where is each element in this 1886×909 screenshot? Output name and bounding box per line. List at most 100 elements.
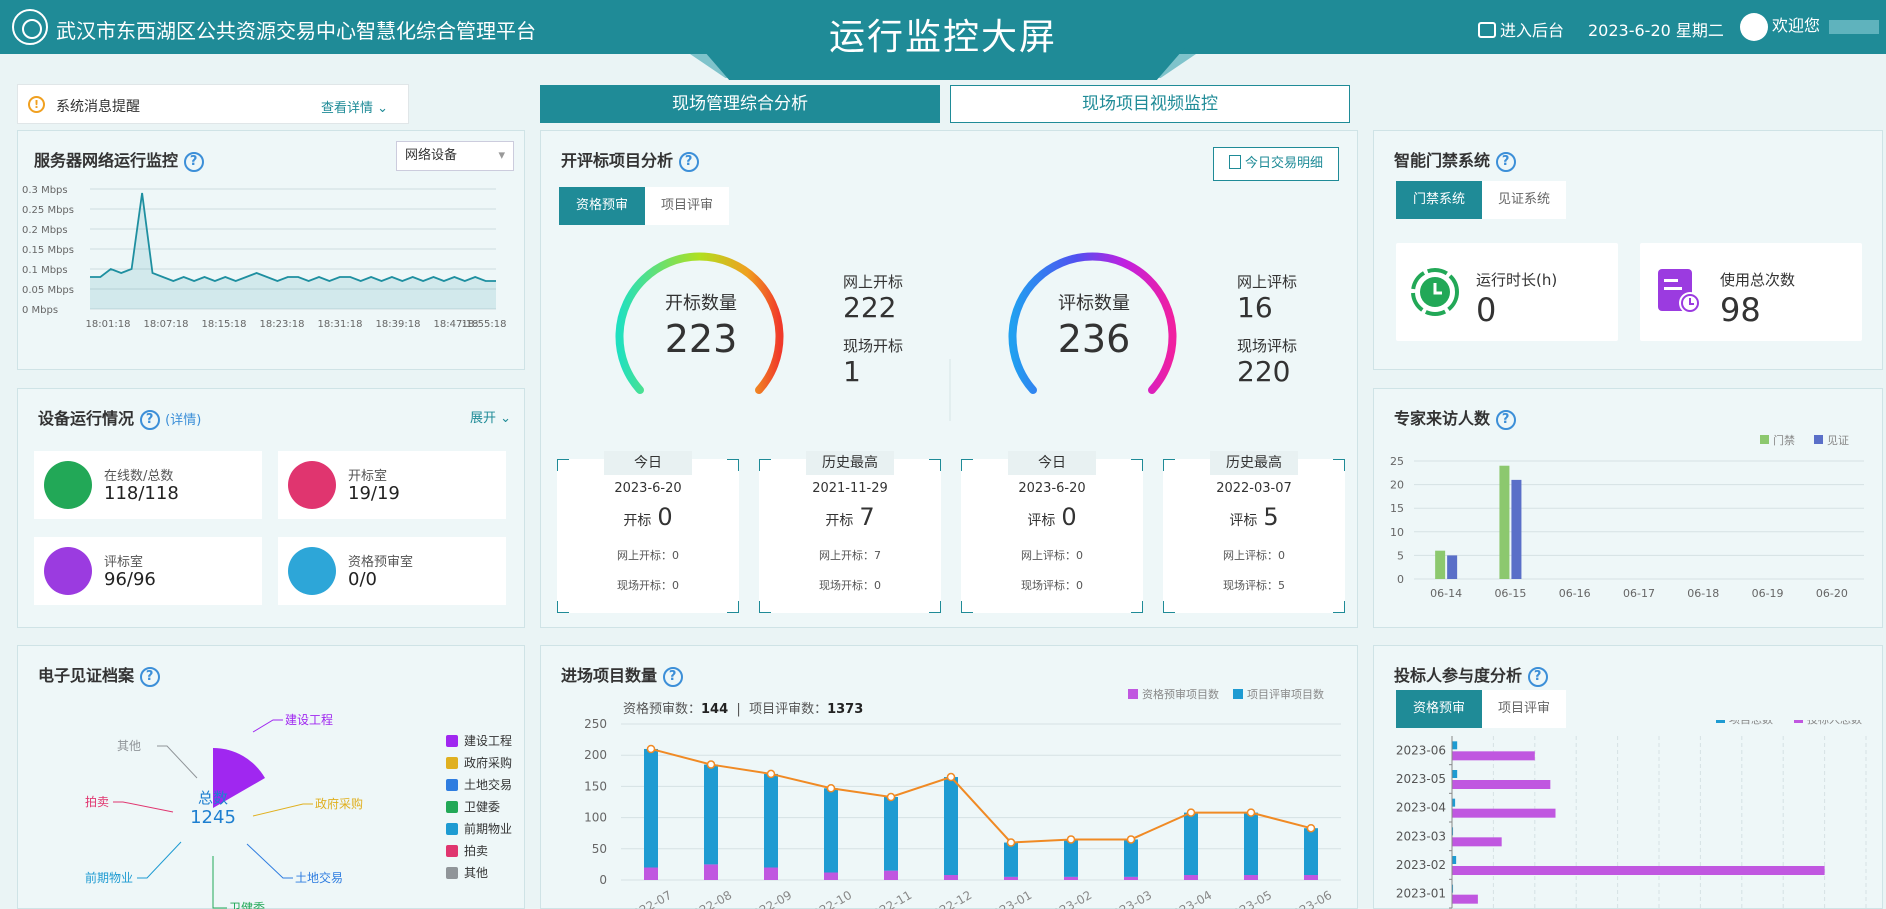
- open-online-value: 222: [843, 291, 897, 324]
- corner-mark: [929, 459, 941, 471]
- device-card-value: 19/19: [348, 483, 400, 504]
- y-tick-label: 150: [584, 779, 607, 793]
- x-tick-label: 2022-07: [624, 888, 674, 909]
- device-icon: [44, 461, 92, 509]
- tab-qualification[interactable]: 资格预审: [559, 187, 645, 225]
- calendar-clock-icon: [1658, 269, 1701, 314]
- y-tick-label: 0.2 Mbps: [22, 225, 68, 236]
- bidders-panel: 投标人参与度分析 ? 资格预审 项目评审 2023-06 2023-05 2023-…: [1373, 645, 1883, 909]
- legend-label: 政府采购: [464, 756, 513, 770]
- device-type-select[interactable]: 网络设备 ▾: [396, 141, 514, 171]
- stat-box-head: 今日: [604, 451, 692, 475]
- stat-sub-value: 5: [1278, 579, 1285, 592]
- x-tick-label: 18:07:18: [144, 319, 189, 330]
- help-icon[interactable]: ?: [1495, 151, 1516, 172]
- stat-sub-row: 现场开标：0: [759, 577, 941, 593]
- x-tick-label: 2023-04: [1164, 888, 1214, 909]
- open-count-value: 223: [664, 317, 738, 361]
- corner-mark: [961, 459, 973, 471]
- device-card-label: 开标室: [348, 469, 388, 484]
- stat-box-date: 2022-03-07: [1216, 481, 1292, 496]
- user-menu[interactable]: 欢迎您: [1740, 12, 1880, 41]
- bar: [824, 872, 838, 880]
- legend-label: 资格预审项目数: [1142, 687, 1219, 701]
- tab-witness-system[interactable]: 见证系统: [1482, 181, 1566, 219]
- bid-title-text: 开评标项目分析: [561, 151, 674, 170]
- device-card-label: 在线数/总数: [104, 469, 174, 484]
- y-tick-label: 0 Mbps: [22, 305, 58, 316]
- stat-box: 今日 2023-6-20 评标 0 网上评标：0 现场评标：0: [961, 451, 1143, 613]
- today-detail-button[interactable]: 今日交易明细: [1213, 147, 1339, 181]
- bar: [1004, 876, 1018, 880]
- legend-swatch: [1794, 720, 1803, 723]
- rose-label-line: [252, 803, 313, 817]
- x-tick-label: 18:39:18: [376, 319, 421, 330]
- corner-mark: [1163, 459, 1175, 471]
- help-icon[interactable]: ?: [678, 151, 699, 172]
- evidence-total-value: 1245: [190, 807, 236, 828]
- expand-link[interactable]: 展开 ⌄: [470, 407, 511, 426]
- legend-swatch: [446, 845, 458, 857]
- caret-down-icon: ▾: [498, 148, 505, 163]
- notice-detail-link[interactable]: 查看详情 ⌄: [321, 97, 388, 116]
- legend-label: 门禁: [1773, 433, 1795, 447]
- device-icon: [44, 547, 92, 595]
- stat-sub-label: 现场评标：: [1021, 579, 1076, 592]
- x-tick-label: 18:55:18: [462, 319, 507, 330]
- bar: [1304, 828, 1318, 876]
- bar: [884, 797, 898, 871]
- legend-label: 项目总数: [1729, 720, 1773, 726]
- stat-count: 5: [1263, 503, 1279, 531]
- stat-sub-label: 现场评标：: [1223, 579, 1278, 592]
- corner-mark: [727, 459, 739, 471]
- stat-sub-row: 网上开标：0: [557, 547, 739, 563]
- total-line: [650, 747, 1312, 844]
- bid-panel: 开评标项目分析 ? 今日交易明细 资格预审 项目评审 开标数量 223 网上开标…: [540, 130, 1358, 628]
- enter-backend-label: 进入后台: [1500, 21, 1565, 40]
- platform-name: 武汉市东西湖区公共资源交易中心智慧化综合管理平台: [56, 19, 536, 43]
- y-tick-label: 2023-01: [1396, 887, 1446, 901]
- device-card: 资格预审室 0/0: [278, 537, 506, 605]
- stat-sub-row: 现场评标：5: [1163, 577, 1345, 593]
- corner-mark: [929, 601, 941, 613]
- bar: [1447, 555, 1458, 579]
- tab-site-analysis[interactable]: 现场管理综合分析: [540, 85, 940, 123]
- device-detail-link[interactable]: (详情): [165, 413, 201, 428]
- device-type-value: 网络设备: [405, 148, 458, 163]
- experts-chart: 0 5 10 15 20 25 06-14 06-15 06-16 06-17 06-18 06-19…: [1390, 433, 1864, 600]
- enter-backend-button[interactable]: 进入后台: [1478, 17, 1564, 41]
- line-area: [90, 193, 496, 309]
- total-point: [766, 769, 776, 779]
- tab-video-monitor[interactable]: 现场项目视频监控: [950, 85, 1350, 123]
- total-point: [946, 772, 956, 782]
- bar: [884, 870, 898, 880]
- corner-mark: [1163, 601, 1175, 613]
- rose-label-line: [113, 801, 174, 813]
- legend-swatch: [446, 757, 458, 769]
- stat-box: 历史最高 2022-03-07 评标 5 网上评标：0 现场评标：5: [1163, 451, 1345, 613]
- evidence-panel: 电子见证档案 ? 建设工程 政府采购 土地交易 卫健委 前期物业 拍卖 其他 总数 1245…: [17, 645, 525, 909]
- device-title-text: 设备运行情况: [38, 409, 135, 428]
- experts-title-text: 专家来访人数: [1394, 409, 1491, 428]
- stat-box-count: 评标 0: [961, 503, 1143, 531]
- page-title: 运行监控大屏: [828, 17, 1057, 58]
- total-point: [1306, 823, 1316, 833]
- eval-site-label: 现场评标: [1237, 337, 1298, 355]
- bar: [1499, 465, 1510, 579]
- stat-kind: 评标: [1027, 513, 1056, 529]
- help-icon[interactable]: ?: [1495, 409, 1516, 430]
- gate-title: 智能门禁系统 ?: [1394, 147, 1516, 172]
- evidence-total-label: 总数: [197, 789, 228, 807]
- help-icon[interactable]: ?: [139, 409, 160, 430]
- y-tick-label: 0: [599, 873, 607, 887]
- username-redacted: [1829, 19, 1880, 34]
- chevron-down-icon: ⌄: [377, 101, 389, 116]
- bar: [1124, 839, 1138, 877]
- legend-label: 前期物业: [464, 822, 513, 836]
- tab-review[interactable]: 项目评审: [645, 187, 729, 225]
- help-icon[interactable]: ?: [183, 151, 204, 172]
- document-icon: [1228, 155, 1241, 169]
- bar: [644, 748, 658, 868]
- tab-gate-system[interactable]: 门禁系统: [1396, 181, 1482, 219]
- help-icon[interactable]: ?: [1527, 666, 1548, 687]
